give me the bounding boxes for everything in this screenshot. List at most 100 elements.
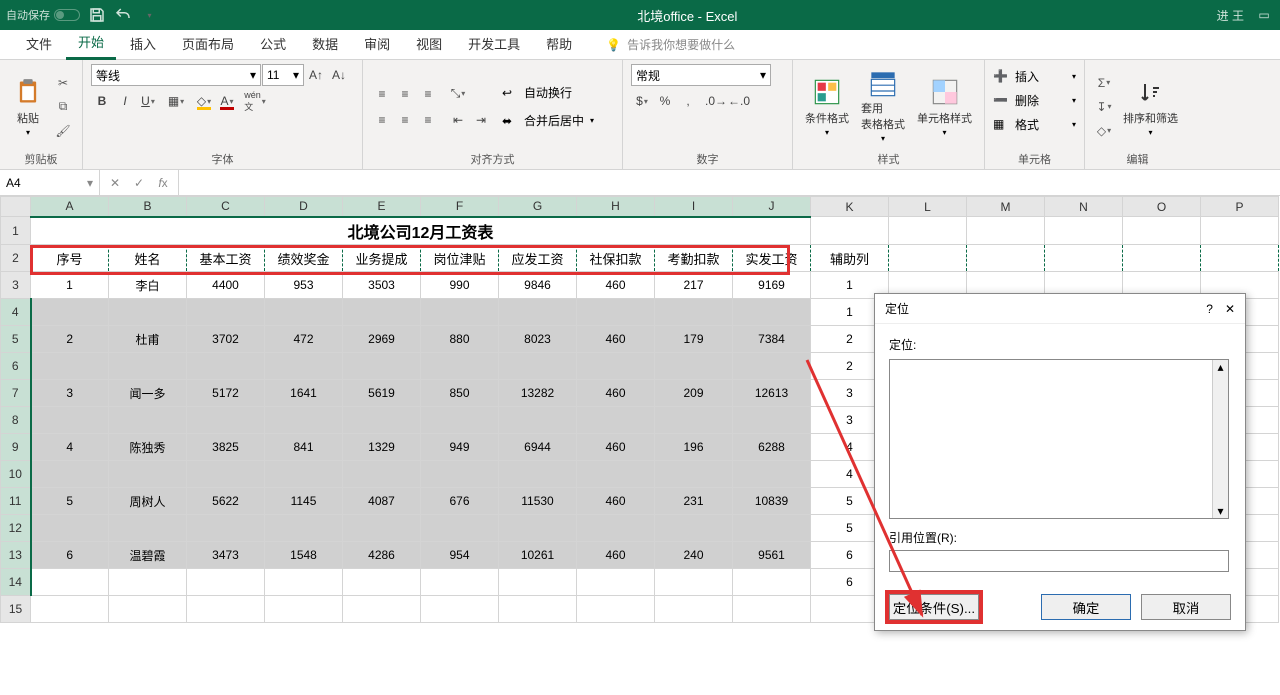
font-size-combo[interactable]: 11▾ <box>262 64 304 86</box>
decrease-decimal-icon[interactable]: ←.0 <box>728 90 750 112</box>
data-cell[interactable]: 温碧霞 <box>109 542 187 569</box>
data-cell[interactable]: 10839 <box>733 488 811 515</box>
data-cell[interactable] <box>577 461 655 488</box>
data-cell[interactable] <box>31 353 109 380</box>
data-cell[interactable] <box>109 461 187 488</box>
ribbon-tab-0[interactable]: 文件 <box>14 28 64 59</box>
data-cell[interactable] <box>31 515 109 542</box>
column-header-cell[interactable]: 辅助列 <box>811 245 889 272</box>
data-cell[interactable]: 4 <box>31 434 109 461</box>
special-button[interactable]: 定位条件(S)... <box>889 594 979 620</box>
data-cell[interactable]: 6944 <box>499 434 577 461</box>
data-cell[interactable] <box>31 407 109 434</box>
data-cell[interactable]: 5172 <box>187 380 265 407</box>
undo-icon[interactable] <box>114 6 132 24</box>
data-cell[interactable] <box>343 299 421 326</box>
data-cell[interactable]: 2969 <box>343 326 421 353</box>
data-cell[interactable]: 13282 <box>499 380 577 407</box>
cancel-formula-icon[interactable]: ✕ <box>104 173 126 193</box>
data-cell[interactable]: 460 <box>577 272 655 299</box>
ribbon-tab-7[interactable]: 视图 <box>404 28 454 59</box>
data-cell[interactable]: 460 <box>577 434 655 461</box>
cell-styles-button[interactable]: 单元格样式▾ <box>913 72 976 142</box>
paste-button[interactable]: 粘贴 ▾ <box>8 72 48 142</box>
data-cell[interactable] <box>655 461 733 488</box>
fx-icon[interactable]: fx <box>152 173 174 193</box>
column-header-cell[interactable]: 基本工资 <box>187 245 265 272</box>
row-header[interactable]: 7 <box>1 380 31 407</box>
data-cell[interactable] <box>187 353 265 380</box>
goto-listbox[interactable]: ▴▾ <box>889 359 1229 519</box>
data-cell[interactable]: 460 <box>577 380 655 407</box>
data-cell[interactable]: 460 <box>577 326 655 353</box>
data-cell[interactable] <box>187 407 265 434</box>
data-cell[interactable]: 880 <box>421 326 499 353</box>
align-middle-icon[interactable]: ≡ <box>394 83 416 105</box>
data-cell[interactable] <box>733 461 811 488</box>
data-cell[interactable] <box>109 407 187 434</box>
data-cell[interactable]: 6 <box>31 542 109 569</box>
data-cell[interactable] <box>421 353 499 380</box>
percent-format-icon[interactable]: % <box>654 90 676 112</box>
data-cell[interactable] <box>31 461 109 488</box>
data-cell[interactable] <box>187 299 265 326</box>
row-header[interactable]: 13 <box>1 542 31 569</box>
data-cell[interactable] <box>499 515 577 542</box>
data-cell[interactable] <box>31 569 109 596</box>
align-top-icon[interactable]: ≡ <box>371 83 393 105</box>
phonetic-button[interactable]: wén文 <box>244 90 266 112</box>
increase-decimal-icon[interactable]: .0→ <box>705 90 727 112</box>
col-header[interactable]: F <box>421 197 499 217</box>
decrease-indent-icon[interactable]: ⇤ <box>447 109 469 131</box>
data-cell[interactable]: 231 <box>655 488 733 515</box>
data-cell[interactable]: 5622 <box>187 488 265 515</box>
data-cell[interactable]: 472 <box>265 326 343 353</box>
dialog-close-icon[interactable]: ✕ <box>1225 302 1235 316</box>
underline-button[interactable]: U <box>137 90 159 112</box>
data-cell[interactable] <box>655 569 733 596</box>
data-cell[interactable]: 196 <box>655 434 733 461</box>
data-cell[interactable] <box>499 461 577 488</box>
data-cell[interactable] <box>655 299 733 326</box>
data-cell[interactable]: 217 <box>655 272 733 299</box>
data-cell[interactable]: 1548 <box>265 542 343 569</box>
row-header[interactable]: 4 <box>1 299 31 326</box>
data-cell[interactable]: 1145 <box>265 488 343 515</box>
data-cell[interactable] <box>343 569 421 596</box>
ribbon-tab-9[interactable]: 帮助 <box>534 28 584 59</box>
column-header-cell[interactable]: 考勤扣款 <box>655 245 733 272</box>
data-cell[interactable]: 1 <box>31 272 109 299</box>
data-cell[interactable] <box>109 353 187 380</box>
formula-input[interactable] <box>179 170 1280 195</box>
data-cell[interactable] <box>421 461 499 488</box>
data-cell[interactable] <box>343 353 421 380</box>
cut-icon[interactable]: ✂ <box>52 72 74 94</box>
increase-indent-icon[interactable]: ⇥ <box>470 109 492 131</box>
dialog-help-icon[interactable]: ? <box>1206 302 1213 316</box>
col-header[interactable]: C <box>187 197 265 217</box>
column-header-cell[interactable]: 序号 <box>31 245 109 272</box>
ribbon-tab-3[interactable]: 页面布局 <box>170 28 246 59</box>
fill-color-button[interactable]: ◇ <box>193 90 215 112</box>
row-header[interactable]: 15 <box>1 596 31 623</box>
conditional-format-button[interactable]: 条件格式▾ <box>801 72 853 142</box>
ribbon-display-icon[interactable]: ▭ <box>1254 5 1274 25</box>
align-right-icon[interactable]: ≡ <box>417 109 439 131</box>
data-cell[interactable]: 3473 <box>187 542 265 569</box>
col-header[interactable]: E <box>343 197 421 217</box>
row-header[interactable]: 6 <box>1 353 31 380</box>
data-cell[interactable] <box>187 461 265 488</box>
data-cell[interactable] <box>577 299 655 326</box>
row-header[interactable]: 14 <box>1 569 31 596</box>
data-cell[interactable] <box>499 569 577 596</box>
data-cell[interactable] <box>577 407 655 434</box>
col-header[interactable]: H <box>577 197 655 217</box>
data-cell[interactable] <box>499 407 577 434</box>
ribbon-tab-1[interactable]: 开始 <box>66 26 116 60</box>
data-cell[interactable] <box>265 461 343 488</box>
autosave-switch-icon[interactable] <box>54 9 80 21</box>
merge-center-button[interactable]: ⬌ 合并后居中▾ <box>502 109 594 133</box>
data-cell[interactable] <box>577 353 655 380</box>
select-all-corner[interactable] <box>1 197 31 217</box>
data-cell[interactable]: 5619 <box>343 380 421 407</box>
